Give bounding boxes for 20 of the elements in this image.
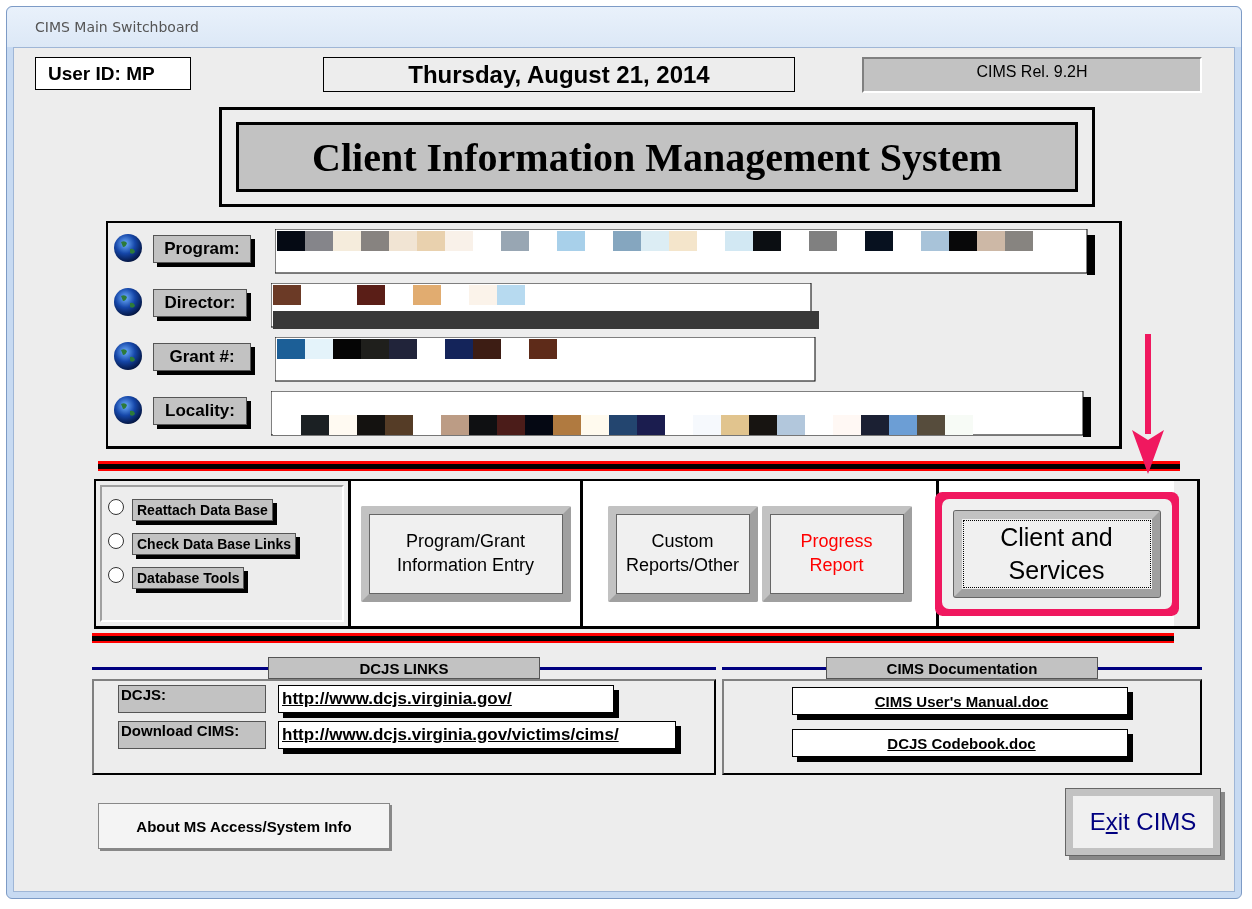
link-label: DCJS: <box>118 685 266 713</box>
app-title: Client Information Management System <box>236 122 1078 192</box>
menu-button[interactable]: Progress Report <box>761 505 912 602</box>
link-label: Download CIMS: <box>118 721 266 749</box>
about-button[interactable]: About MS Access/System Info <box>98 803 390 849</box>
user-id: User ID: MP <box>35 57 191 90</box>
globe-icon <box>113 341 143 371</box>
section-heading: CIMS Documentation <box>826 657 1098 679</box>
globe-icon <box>113 233 143 263</box>
globe-icon <box>113 395 143 425</box>
menu-button[interactable]: Program/Grant Information Entry <box>360 505 571 602</box>
date-display: Thursday, August 21, 2014 <box>323 57 795 92</box>
window-title: CIMS Main Switchboard <box>35 19 199 35</box>
section-heading: DCJS LINKS <box>268 657 540 679</box>
menu-button[interactable]: Custom Reports/Other <box>607 505 758 602</box>
globe-icon <box>113 287 143 317</box>
release-version: CIMS Rel. 9.2H <box>862 57 1202 93</box>
radio-button[interactable] <box>108 533 124 549</box>
radio-button[interactable] <box>108 567 124 583</box>
radio-button[interactable] <box>108 499 124 515</box>
